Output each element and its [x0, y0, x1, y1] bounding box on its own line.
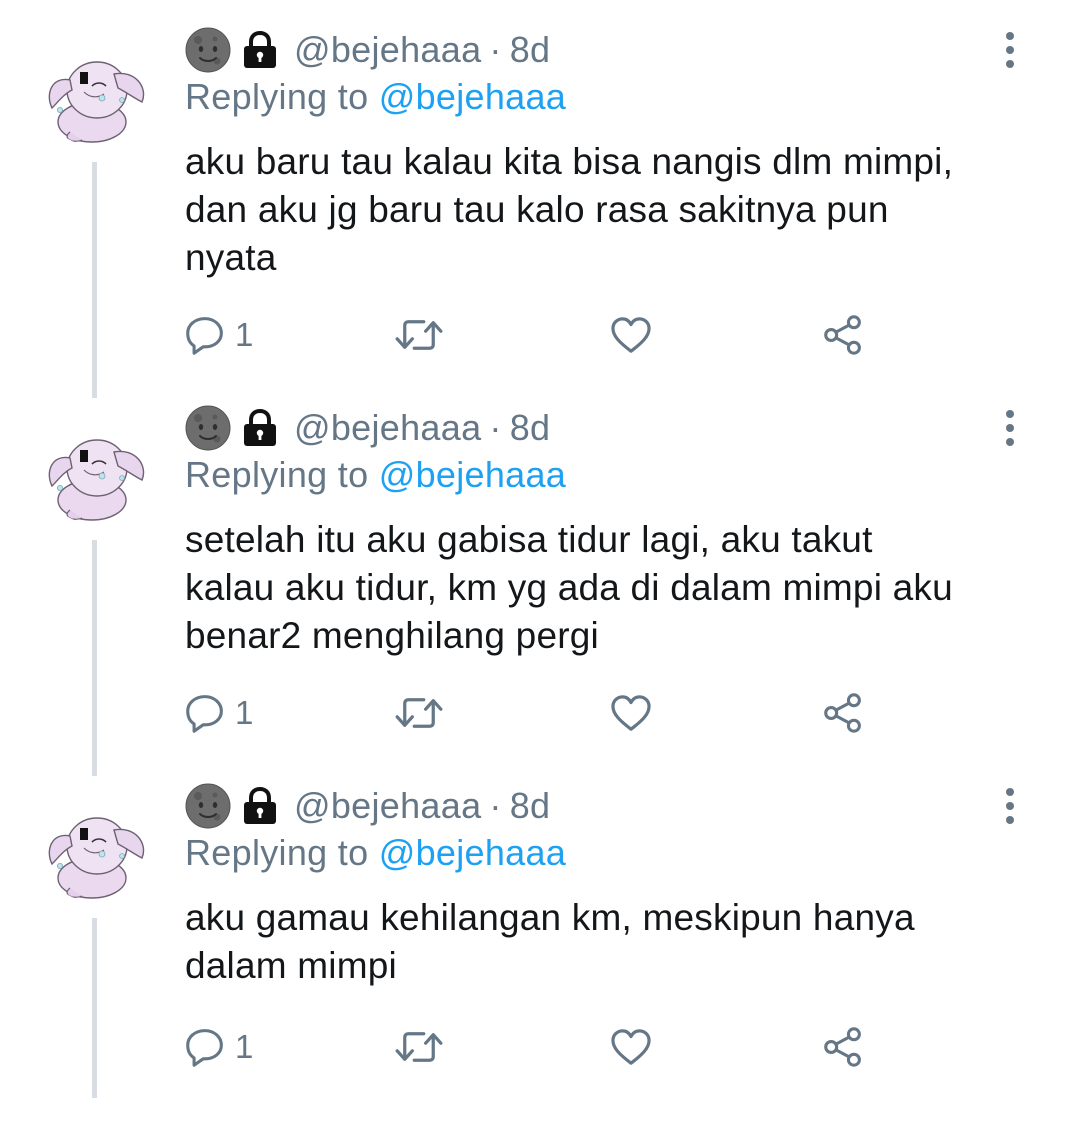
- reply-button[interactable]: 1: [185, 688, 253, 738]
- retweet-button[interactable]: [395, 1022, 443, 1072]
- replying-prefix: Replying to: [185, 76, 369, 117]
- avatar[interactable]: [40, 414, 150, 524]
- separator-dot: ·: [489, 407, 502, 448]
- action-bar: 1: [185, 310, 885, 360]
- avatar[interactable]: [40, 36, 150, 146]
- separator-dot: ·: [489, 785, 502, 826]
- user-handle[interactable]: @bejehaaa: [294, 29, 481, 71]
- reply-count: 1: [235, 1028, 254, 1065]
- share-button[interactable]: [823, 1022, 863, 1072]
- reply-count: 1: [235, 694, 254, 731]
- new-moon-face-icon: [185, 405, 231, 451]
- tweet-text-line: kalau aku tidur, km yg ada di dalam mimp…: [185, 567, 953, 608]
- retweet-icon: [395, 1028, 443, 1066]
- tweet-text-line: benar2 menghilang pergi: [185, 615, 599, 656]
- tweet-text-line: dan aku jg baru tau kalo rasa sakitnya p…: [185, 189, 889, 230]
- new-moon-face-icon: [185, 783, 231, 829]
- reply-count: 1: [235, 316, 254, 353]
- thread-line: [92, 918, 97, 1098]
- like-button[interactable]: [610, 688, 652, 738]
- tweet-text-line: aku gamau kehilangan km, meskipun hanya: [185, 897, 915, 938]
- thread-line: [92, 540, 97, 776]
- like-button[interactable]: [610, 1022, 652, 1072]
- retweet-button[interactable]: [395, 688, 443, 738]
- thread-line: [92, 162, 97, 398]
- tweet-time[interactable]: 8d: [510, 29, 551, 71]
- tweet-header: @bejehaaa · 8d: [185, 26, 550, 74]
- separator-dot: ·: [489, 29, 502, 70]
- reply-icon: [185, 1027, 225, 1067]
- replying-to-handle[interactable]: @bejehaaa: [379, 454, 566, 495]
- user-handle[interactable]: @bejehaaa: [294, 407, 481, 449]
- lock-icon: [240, 786, 280, 826]
- share-icon: [823, 315, 863, 355]
- share-button[interactable]: [823, 688, 863, 738]
- tweet[interactable]: @bejehaaa · 8d Replying to @bejehaaa set…: [0, 378, 1080, 776]
- replying-prefix: Replying to: [185, 454, 369, 495]
- lock-icon: [240, 408, 280, 448]
- action-bar: 1: [185, 1022, 885, 1072]
- more-vertical-icon[interactable]: [995, 786, 1025, 826]
- retweet-button[interactable]: [395, 310, 443, 360]
- heart-icon: [610, 1028, 652, 1066]
- tweet-text-line: setelah itu aku gabisa tidur lagi, aku t…: [185, 519, 873, 560]
- retweet-icon: [395, 316, 443, 354]
- tweet-time[interactable]: 8d: [510, 407, 551, 449]
- share-icon: [823, 693, 863, 733]
- share-icon: [823, 1027, 863, 1067]
- share-button[interactable]: [823, 310, 863, 360]
- replying-to-handle[interactable]: @bejehaaa: [379, 832, 566, 873]
- replying-to: Replying to @bejehaaa: [185, 76, 566, 118]
- more-vertical-icon[interactable]: [995, 408, 1025, 448]
- tweet[interactable]: @bejehaaa · 8d Replying to @bejehaaa aku…: [0, 0, 1080, 398]
- reply-icon: [185, 315, 225, 355]
- lock-icon: [240, 30, 280, 70]
- tweet-header: @bejehaaa · 8d: [185, 782, 550, 830]
- more-vertical-icon[interactable]: [995, 30, 1025, 70]
- tweet-text-line: nyata: [185, 237, 277, 278]
- tweet-text-line: aku baru tau kalau kita bisa nangis dlm …: [185, 141, 954, 182]
- tweet-text: aku gamau kehilangan km, meskipun hanya …: [185, 894, 1045, 990]
- tweet-time[interactable]: 8d: [510, 785, 551, 827]
- replying-to: Replying to @bejehaaa: [185, 454, 566, 496]
- reply-button[interactable]: 1: [185, 310, 253, 360]
- replying-to: Replying to @bejehaaa: [185, 832, 566, 874]
- tweet[interactable]: @bejehaaa · 8d Replying to @bejehaaa aku…: [0, 756, 1080, 1134]
- heart-icon: [610, 694, 652, 732]
- tweet-header: @bejehaaa · 8d: [185, 404, 550, 452]
- like-button[interactable]: [610, 310, 652, 360]
- heart-icon: [610, 316, 652, 354]
- replying-prefix: Replying to: [185, 832, 369, 873]
- tweet-text: setelah itu aku gabisa tidur lagi, aku t…: [185, 516, 1045, 660]
- retweet-icon: [395, 694, 443, 732]
- new-moon-face-icon: [185, 27, 231, 73]
- tweet-text: aku baru tau kalau kita bisa nangis dlm …: [185, 138, 1045, 282]
- tweet-text-line: dalam mimpi: [185, 945, 397, 986]
- reply-button[interactable]: 1: [185, 1022, 253, 1072]
- replying-to-handle[interactable]: @bejehaaa: [379, 76, 566, 117]
- reply-icon: [185, 693, 225, 733]
- avatar[interactable]: [40, 792, 150, 902]
- action-bar: 1: [185, 688, 885, 738]
- user-handle[interactable]: @bejehaaa: [294, 785, 481, 827]
